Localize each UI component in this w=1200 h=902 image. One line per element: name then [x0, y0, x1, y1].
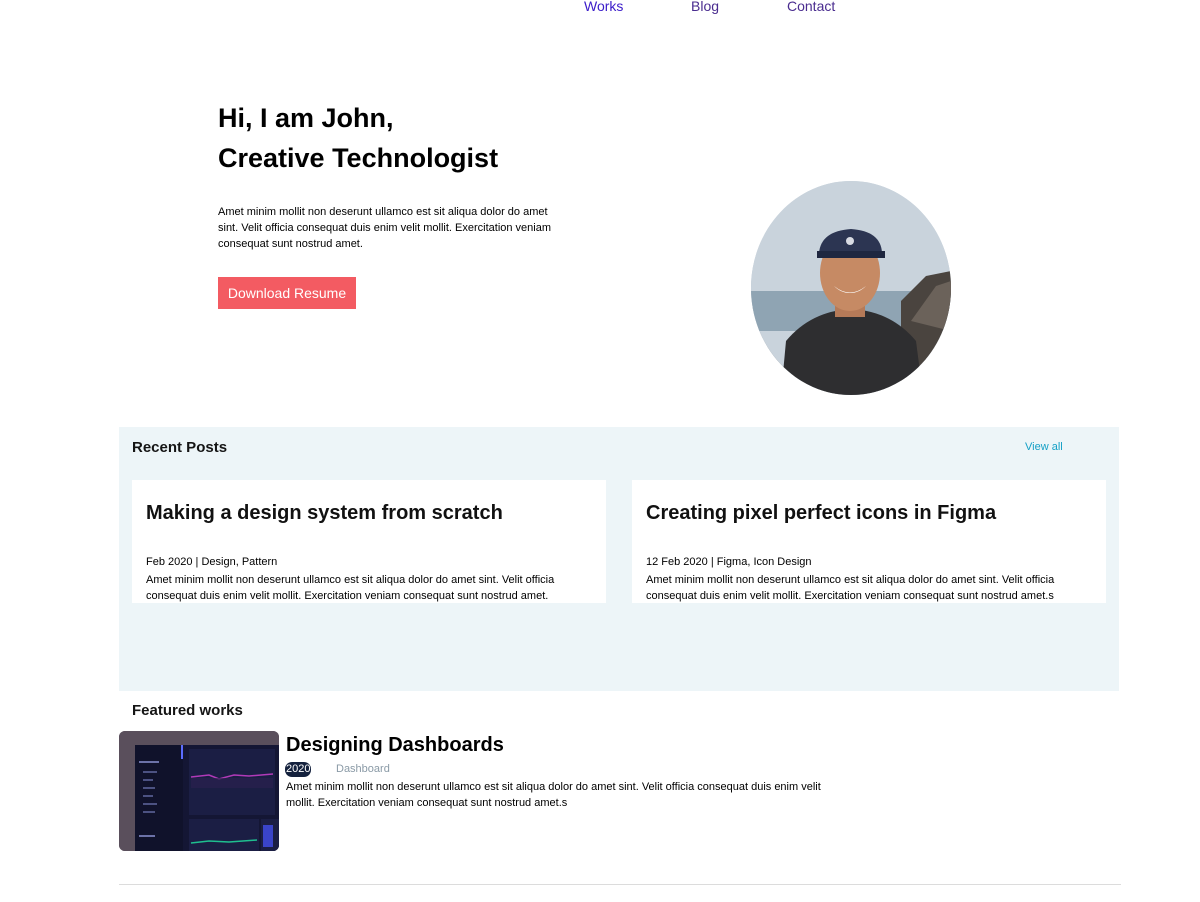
recent-posts-heading: Recent Posts [132, 439, 228, 456]
post-date: Feb 2020 [146, 556, 193, 568]
post-excerpt: Amet minim mollit non deserunt ullamco e… [146, 574, 555, 602]
recent-posts-section: Recent Posts View all Making a design sy… [119, 427, 1119, 691]
view-all-link[interactable]: View all [1025, 441, 1063, 453]
post-excerpt: Amet minim mollit non deserunt ullamco e… [646, 574, 1055, 602]
nav-item-works[interactable]: Works [584, 0, 623, 14]
work-title[interactable]: Designing Dashboards [286, 734, 504, 757]
post-meta: 12 Feb 2020 | Figma, Icon Design [646, 556, 812, 568]
hero-title: Hi, I am John, Creative Technologist [218, 98, 498, 178]
work-category: Dashboard [336, 763, 390, 775]
hero-title-line2: Creative Technologist [218, 143, 499, 173]
nav-item-contact[interactable]: Contact [787, 0, 835, 14]
post-tags: Figma, Icon Design [716, 556, 812, 568]
work-year-badge: 2020 [285, 762, 312, 777]
download-resume-button[interactable]: Download Resume [218, 277, 356, 309]
featured-works-heading: Featured works [132, 702, 243, 719]
post-meta: Feb 2020 | Design, Pattern [146, 556, 277, 568]
dashboard-preview-image [119, 731, 279, 851]
post-card[interactable]: Making a design system from scratch Feb … [132, 480, 606, 603]
work-description: Amet minim mollit non deserunt ullamco e… [286, 781, 821, 809]
post-card[interactable]: Creating pixel perfect icons in Figma 12… [632, 480, 1106, 603]
post-title[interactable]: Making a design system from scratch [146, 502, 503, 525]
post-title[interactable]: Creating pixel perfect icons in Figma [646, 502, 996, 525]
section-divider [119, 884, 1121, 885]
profile-photo-illustration [751, 181, 951, 395]
post-date: 12 Feb 2020 [646, 556, 708, 568]
hero-description: Amet minim mollit non deserunt ullamco e… [218, 206, 552, 250]
hero-title-line1: Hi, I am John, [218, 103, 394, 133]
work-thumbnail[interactable] [119, 731, 279, 851]
post-tags: Design, Pattern [201, 556, 278, 568]
profile-photo [751, 181, 951, 395]
nav-item-blog[interactable]: Blog [691, 0, 719, 14]
